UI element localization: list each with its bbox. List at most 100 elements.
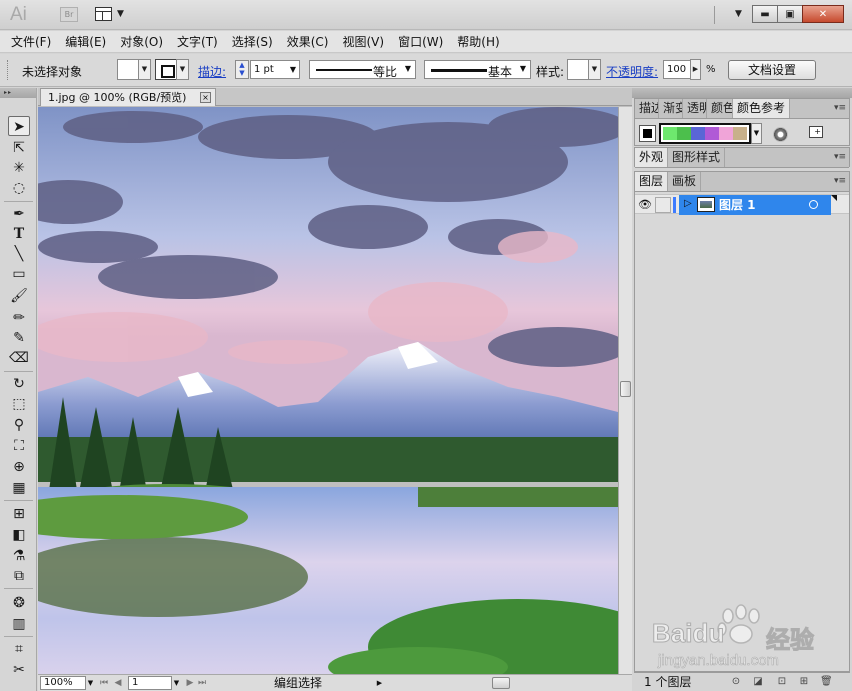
lasso-tool-icon[interactable]: ◌ [8, 178, 30, 198]
tab-appearance[interactable]: 外观 [635, 148, 669, 167]
stroke-panel-link[interactable]: 描边: [198, 63, 226, 80]
panel-menu-icon[interactable]: ▾≡ [834, 176, 846, 186]
clipping-mask-icon[interactable]: ◪ [752, 676, 764, 688]
tab-color[interactable]: 颜色 [707, 99, 733, 118]
horizontal-scroll-thumb[interactable] [492, 677, 510, 689]
artboard-number-field[interactable]: 1 [128, 676, 172, 690]
stroke-weight-spinner[interactable]: ▲ ▼ [235, 60, 249, 79]
zoom-field[interactable]: 100% [40, 676, 86, 690]
vertical-scrollbar[interactable] [618, 107, 632, 675]
fill-dropdown[interactable]: ▼ [138, 59, 151, 80]
type-tool-icon[interactable]: T [8, 224, 30, 244]
vertical-scroll-thumb[interactable] [620, 381, 631, 397]
edit-colors-icon[interactable] [773, 127, 788, 142]
tools-panel-header[interactable]: ▸▸ [0, 88, 36, 98]
selection-tool-icon[interactable]: ➤ [8, 116, 30, 136]
paintbrush-tool-icon[interactable]: 🖌 [8, 286, 30, 306]
color-guide-swatch[interactable] [677, 127, 691, 140]
menu-view[interactable]: 视图(V) [335, 31, 391, 53]
panel-menu-icon[interactable]: ▾≡ [834, 103, 846, 113]
shape-builder-tool-icon[interactable]: ⊕ [8, 457, 30, 477]
zoom-dropdown[interactable]: ▼ [85, 676, 96, 690]
maximize-button[interactable]: ▣ [777, 5, 803, 23]
blob-brush-tool-icon[interactable]: ✎ [8, 328, 30, 348]
stroke-dropdown[interactable]: ▼ [176, 59, 189, 80]
menu-edit[interactable]: 编辑(E) [58, 31, 113, 53]
menu-file[interactable]: 文件(F) [4, 31, 58, 53]
control-bar-grip[interactable] [7, 60, 10, 80]
graphic-style-dropdown[interactable]: ▼ [588, 59, 601, 80]
color-guide-swatch[interactable] [663, 127, 677, 140]
close-tab-icon[interactable]: × [200, 92, 211, 103]
variable-width-profile[interactable]: 等比 ▼ [309, 60, 416, 79]
tab-artboards[interactable]: 画板 [668, 172, 702, 191]
artboard-tool-icon[interactable]: ⌗ [8, 639, 30, 659]
base-color-swatch[interactable] [639, 125, 656, 142]
color-guide-swatch[interactable] [719, 127, 733, 140]
lock-toggle[interactable] [655, 197, 671, 213]
artboard-canvas[interactable] [38, 107, 618, 675]
tab-gradient[interactable]: 渐变 [659, 99, 683, 118]
harmony-color-strip[interactable] [659, 123, 751, 144]
locate-object-icon[interactable]: ⊙ [730, 676, 742, 688]
opacity-panel-link[interactable]: 不透明度: [606, 63, 658, 80]
workspace-switcher-dropdown[interactable]: ▼ [735, 9, 742, 19]
color-guide-swatch[interactable] [705, 127, 719, 140]
panel-dock-header[interactable] [632, 88, 852, 98]
previous-artboard-icon[interactable]: ◀ [112, 676, 124, 690]
visibility-eye-icon[interactable]: 👁 [637, 197, 653, 213]
color-guide-swatch[interactable] [691, 127, 705, 140]
perspective-grid-tool-icon[interactable]: ▦ [8, 478, 30, 498]
blend-tool-icon[interactable]: ⧉ [8, 566, 30, 586]
rectangle-tool-icon[interactable]: ▭ [8, 264, 30, 284]
artboard-dropdown[interactable]: ▼ [171, 676, 182, 690]
arrange-documents-dropdown[interactable]: ▼ [117, 9, 124, 19]
magic-wand-tool-icon[interactable]: ✳ [8, 158, 30, 178]
harmony-rules-dropdown[interactable]: ▼ [751, 123, 762, 144]
tab-graphic-styles[interactable]: 图形样式 [668, 148, 726, 167]
color-guide-swatch[interactable] [733, 127, 747, 140]
menu-effect[interactable]: 效果(C) [280, 31, 336, 53]
selection-indicator[interactable] [831, 195, 837, 201]
arrange-documents-icon[interactable] [95, 7, 112, 21]
first-artboard-icon[interactable]: ⏮ [98, 676, 110, 690]
layer-name[interactable]: 图层 1 [719, 197, 756, 213]
opacity-dropdown[interactable]: ▶ [690, 59, 701, 80]
menu-help[interactable]: 帮助(H) [450, 31, 506, 53]
layer-row[interactable]: 👁 ▷ 图层 1 [635, 194, 849, 215]
last-artboard-icon[interactable]: ⏭ [196, 676, 208, 690]
eyedropper-tool-icon[interactable]: ⚗ [8, 546, 30, 566]
direct-selection-tool-icon[interactable]: ⇱ [8, 138, 30, 158]
tab-color-guide[interactable]: 颜色参考 [733, 99, 791, 118]
pencil-tool-icon[interactable]: ✏ [8, 308, 30, 328]
rotate-tool-icon[interactable]: ↻ [8, 374, 30, 394]
new-layer-icon[interactable]: ⊞ [798, 676, 810, 688]
mesh-tool-icon[interactable]: ⊞ [8, 504, 30, 524]
next-artboard-icon[interactable]: ▶ [184, 676, 196, 690]
eraser-tool-icon[interactable]: ⌫ [8, 348, 30, 368]
menu-type[interactable]: 文字(T) [170, 31, 225, 53]
symbol-sprayer-tool-icon[interactable]: ❂ [8, 593, 30, 613]
opacity-field[interactable]: 100 [663, 60, 691, 79]
graphic-style-swatch[interactable] [567, 59, 589, 80]
free-transform-tool-icon[interactable]: ⛶ [8, 436, 30, 456]
menu-window[interactable]: 窗口(W) [391, 31, 450, 53]
delete-layer-icon[interactable]: 🗑 [820, 676, 833, 688]
menu-object[interactable]: 对象(O) [113, 31, 170, 53]
document-setup-button[interactable]: 文档设置 [728, 60, 816, 80]
document-tab[interactable]: 1.jpg @ 100% (RGB/预览) × [40, 88, 216, 106]
new-sublayer-icon[interactable]: ⊡ [776, 676, 788, 688]
pen-tool-icon[interactable]: ✒ [8, 204, 30, 224]
stroke-swatch[interactable] [155, 59, 177, 80]
gradient-tool-icon[interactable]: ◧ [8, 525, 30, 545]
minimize-button[interactable]: ▬ [752, 5, 778, 23]
tab-stroke[interactable]: 描边 [635, 99, 659, 118]
scale-tool-icon[interactable]: ⬚ [8, 394, 30, 414]
slice-tool-icon[interactable]: ✂ [8, 660, 30, 680]
tab-transparency[interactable]: 透明 [683, 99, 707, 118]
fill-swatch[interactable] [117, 59, 139, 80]
tab-layers[interactable]: 图层 [635, 172, 669, 191]
bridge-button[interactable]: Br [60, 7, 78, 22]
brush-definition[interactable]: 基本 ▼ [424, 60, 531, 79]
panel-menu-icon[interactable]: ▾≡ [834, 152, 846, 162]
